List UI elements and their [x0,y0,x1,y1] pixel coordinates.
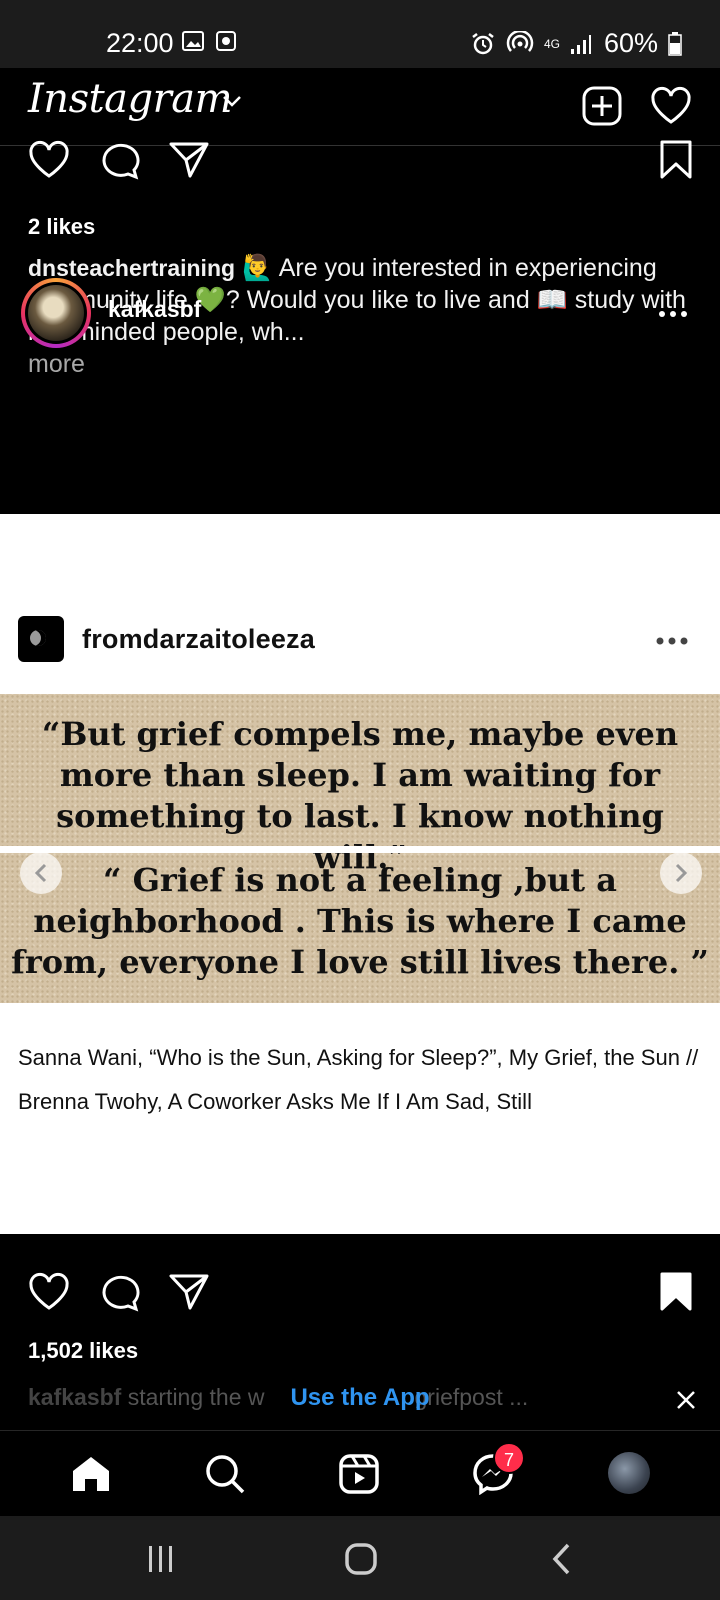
chevron-down-icon[interactable] [222,94,242,108]
search-icon[interactable] [204,1453,246,1495]
network-type: 4G [543,36,560,51]
battery-icon [668,31,682,56]
battery-level: 60% [603,28,658,58]
share-send-icon[interactable] [168,140,210,180]
clock: 22:00 [106,28,174,58]
more-options-icon[interactable] [658,310,688,318]
post-author-username[interactable]: kafkasbf [108,296,201,323]
quote-image: “But grief compels me, maybe even more t… [0,694,720,1003]
back-icon[interactable] [550,1542,572,1576]
like-count[interactable]: 2 likes [28,214,95,240]
like-count[interactable]: 1,502 likes [28,1338,138,1364]
share-send-icon[interactable] [168,1272,210,1312]
card-caption: Sanna Wani, “Who is the Sun, Asking for … [18,1045,699,1114]
new-post-icon[interactable] [582,86,622,126]
saved-bookmark-icon[interactable] [658,1272,694,1312]
moon-icon [30,630,46,646]
comment-icon[interactable] [98,140,140,180]
carousel-prev-button[interactable] [20,852,62,894]
use-the-app-link[interactable]: Use the App [0,1384,720,1412]
avatar-image [28,285,84,341]
messages-badge: 7 [493,1442,525,1474]
like-heart-icon[interactable] [28,1272,70,1312]
close-icon[interactable] [676,1390,696,1410]
reels-icon[interactable] [338,1453,380,1495]
profile-avatar[interactable] [608,1452,650,1494]
chevron-right-icon [675,863,688,883]
feed-post: 2 likes dnsteachertraining 🙋‍♂️ Are you … [0,140,720,514]
home-icon[interactable] [70,1453,112,1495]
recent-apps-icon[interactable] [146,1544,176,1574]
caption-emoji: 📖 [536,286,568,314]
hotspot-icon [506,30,534,52]
quote-text: “But grief compels me, maybe even more t… [41,715,679,876]
status-bar: 22:00 4G 60% [0,0,720,68]
instagram-logo[interactable]: Instagram [28,76,233,122]
caption-more-link[interactable]: more [28,350,85,379]
card-avatar [18,616,64,662]
avatar[interactable] [21,278,91,348]
screen-record-icon [216,31,236,51]
alarm-icon [472,32,494,54]
post-action-bar [28,140,698,184]
comment-icon[interactable] [98,1272,140,1312]
quote-divider [0,846,720,853]
gallery-icon [182,31,204,51]
carousel-next-button[interactable] [660,852,702,894]
system-navigation-bar [0,1516,720,1600]
like-heart-icon[interactable] [28,140,70,180]
top-app-bar: Instagram [0,68,720,146]
card-username: fromdarzaitoleeza [82,624,315,654]
post-media-card[interactable]: fromdarzaitoleeza “But grief compels me,… [0,514,720,1234]
home-button-icon[interactable] [344,1542,378,1576]
caption-username[interactable]: dnsteachertraining [28,255,235,281]
signal-icon [570,34,591,54]
card-more-icon [656,637,688,645]
notifications-heart-icon[interactable] [650,86,692,126]
caption-text: ? Would you like to live and [225,286,530,314]
quote-text: “ Grief is not a feeling ,but a neighbor… [11,861,709,981]
chevron-left-icon [34,863,47,883]
caption-emoji: 🙋‍♂️ [242,254,274,282]
save-bookmark-icon[interactable] [658,140,694,180]
